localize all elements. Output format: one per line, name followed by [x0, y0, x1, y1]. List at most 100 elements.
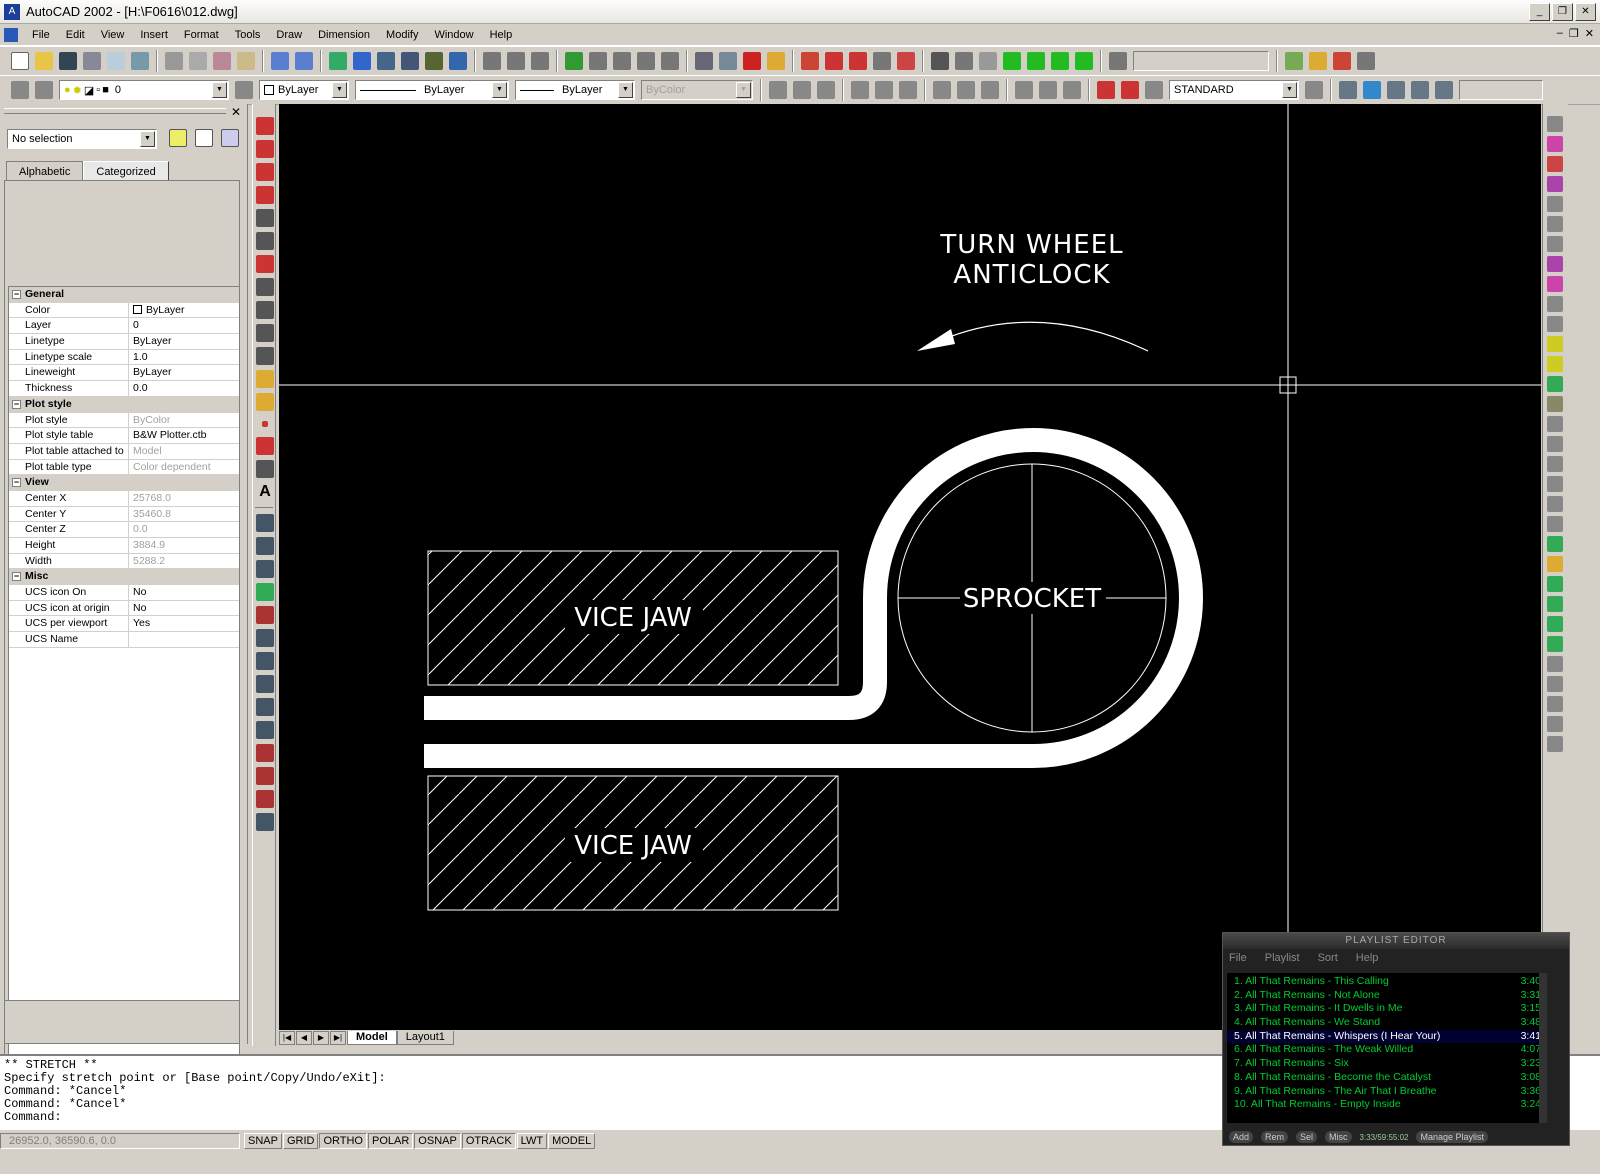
select-objects-icon[interactable] — [195, 129, 213, 147]
property-category[interactable]: − Misc — [9, 569, 239, 586]
shade-icon[interactable] — [1003, 52, 1021, 70]
tab-categorized[interactable]: Categorized — [83, 161, 169, 182]
playlist-track[interactable]: 1. All That Remains - This Calling 3:40 — [1227, 975, 1545, 989]
spline-icon[interactable] — [256, 301, 274, 319]
doc-minimize-button[interactable]: – — [1557, 27, 1563, 40]
torus-icon[interactable] — [1547, 516, 1563, 532]
ucs-y-rotate-icon[interactable] — [256, 698, 274, 716]
last-tab-icon[interactable]: ▶| — [330, 1031, 346, 1045]
cylinder-icon[interactable] — [1547, 456, 1563, 472]
close-x-icon[interactable] — [1547, 396, 1563, 412]
ortho-toggle[interactable]: ORTHO — [319, 1133, 367, 1149]
extrude-icon[interactable] — [1547, 536, 1563, 552]
clip-viewport-icon[interactable] — [1435, 81, 1453, 99]
attribute-icon[interactable] — [873, 52, 891, 70]
property-value[interactable]: 0.0 — [129, 522, 148, 537]
property-row[interactable]: Center Z 0.0 — [9, 522, 239, 538]
property-row[interactable]: Plot style ByColor — [9, 412, 239, 429]
circle-icon[interactable] — [256, 278, 274, 296]
materials-icon[interactable] — [1051, 52, 1069, 70]
redo-icon[interactable] — [295, 52, 313, 70]
layer-previous-icon[interactable] — [849, 52, 867, 70]
ucs-world-icon[interactable] — [256, 514, 274, 532]
track-list[interactable]: 1. All That Remains - This Calling 3:40 2.… — [1227, 973, 1545, 1123]
pickadd-icon[interactable] — [221, 129, 239, 147]
property-value[interactable]: ByLayer — [129, 365, 172, 380]
circle-icon[interactable] — [1547, 316, 1563, 332]
menu-draw[interactable]: Draw — [268, 29, 310, 41]
coordinate-display[interactable]: 26952.0, 36590.6, 0.0 — [0, 1133, 240, 1149]
polygon-icon[interactable] — [256, 209, 274, 227]
shape-icon[interactable] — [767, 52, 785, 70]
property-row[interactable]: UCS Name — [9, 632, 239, 648]
ucs-face-icon[interactable] — [256, 560, 274, 578]
property-value[interactable]: 0.0 — [129, 381, 148, 396]
drawing-area[interactable]: TURN WHEEL ANTICLOCK VICE JAW VICE JAW S… — [279, 104, 1541, 1030]
turn-wheel-text[interactable]: TURN WHEEL — [939, 230, 1123, 260]
selection-combo[interactable]: No selection ▼ — [7, 129, 157, 149]
sphere-icon[interactable] — [1027, 52, 1045, 70]
playlist-track[interactable]: 10. All That Remains - Empty Inside 3:24 — [1227, 1098, 1545, 1112]
calc-icon[interactable] — [1547, 276, 1563, 292]
playlist-track[interactable]: 3. All That Remains - It Dwells in Me 3:1… — [1227, 1002, 1545, 1016]
save-icon[interactable] — [59, 52, 77, 70]
rectangle-icon[interactable] — [256, 232, 274, 250]
circle-target-icon[interactable] — [1547, 296, 1563, 312]
angular-dimension-icon[interactable] — [899, 81, 917, 99]
copy-face-icon[interactable] — [1547, 716, 1563, 732]
property-row[interactable]: UCS icon On No — [9, 585, 239, 601]
xyz-icon[interactable] — [897, 52, 915, 70]
property-row[interactable]: UCS icon at origin No — [9, 600, 239, 617]
property-value[interactable]: ByLayer — [129, 303, 185, 318]
find-icon[interactable] — [131, 52, 149, 70]
multiline-text-icon[interactable]: A — [256, 483, 274, 501]
rotation-arrow-head[interactable] — [917, 329, 955, 351]
menu-format[interactable]: Format — [176, 29, 227, 41]
property-row[interactable]: Plot table attached to Model — [9, 443, 239, 460]
hatch-icon[interactable] — [256, 437, 274, 455]
3-icon[interactable] — [1547, 196, 1563, 212]
property-row[interactable]: Plot table type Color dependent — [9, 459, 239, 476]
ucs-zaxis-icon[interactable] — [256, 629, 274, 647]
playlist-menu-help[interactable]: Help — [1356, 949, 1379, 967]
quick-dimension-icon[interactable] — [933, 81, 951, 99]
palette-grip[interactable] — [4, 108, 226, 114]
ucs-view-icon[interactable] — [256, 583, 274, 601]
design-center-icon[interactable] — [329, 52, 347, 70]
linear-dimension-icon[interactable] — [769, 81, 787, 99]
dimension-style-icon[interactable] — [1305, 81, 1323, 99]
restore-button[interactable]: ❐ — [1552, 3, 1573, 21]
menu-file[interactable]: File — [24, 29, 58, 41]
line-icon[interactable] — [256, 117, 274, 135]
lineweight-combo[interactable]: ByLayer ▼ — [515, 80, 635, 100]
playlist-scrollbar[interactable] — [1539, 973, 1547, 1123]
tab-layout1[interactable]: Layout1 — [396, 1031, 454, 1045]
yellow-icon[interactable] — [1547, 336, 1563, 352]
leader-icon[interactable] — [1015, 81, 1033, 99]
layer-color-icon[interactable] — [1547, 136, 1563, 152]
property-value[interactable]: 5288.2 — [129, 554, 165, 569]
property-value[interactable]: ByLayer — [129, 334, 172, 349]
open-icon[interactable] — [35, 52, 53, 70]
property-row[interactable]: Layer 0 — [9, 318, 239, 335]
first-tab-icon[interactable]: |◀ — [279, 1031, 295, 1045]
select-button[interactable]: Sel — [1296, 1131, 1318, 1143]
ucs-z-icon[interactable] — [256, 790, 274, 808]
layer-icon[interactable] — [825, 52, 843, 70]
ucs-x-icon[interactable] — [256, 744, 274, 762]
construction-line-icon[interactable] — [256, 140, 274, 158]
vice-jaw-top-label[interactable]: VICE JAW — [574, 603, 692, 633]
web-icon[interactable] — [449, 52, 467, 70]
property-value[interactable]: ByColor — [129, 413, 170, 428]
misc-button[interactable]: Misc — [1325, 1131, 1352, 1143]
playlist-track[interactable]: 4. All That Remains - We Stand 3:48 — [1227, 1016, 1545, 1030]
grid-toggle[interactable]: GRID — [282, 1133, 319, 1149]
property-row[interactable]: Center Y 35460.8 — [9, 506, 239, 523]
property-category[interactable]: − View — [9, 475, 239, 491]
layers-right-icon[interactable] — [1547, 356, 1563, 372]
properties-icon[interactable] — [695, 52, 713, 70]
property-row[interactable]: UCS per viewport Yes — [9, 616, 239, 633]
property-row[interactable]: Center X 25768.0 — [9, 490, 239, 507]
property-row[interactable]: Linetype ByLayer — [9, 334, 239, 350]
property-row[interactable]: Thickness 0.0 — [9, 381, 239, 397]
